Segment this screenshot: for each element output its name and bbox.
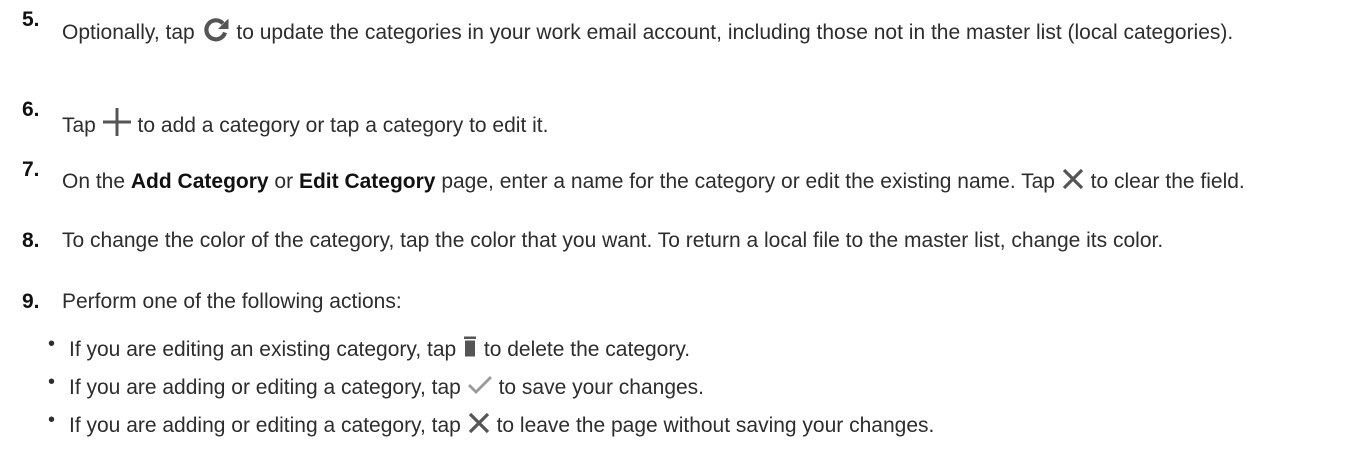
step-number: 8. — [22, 229, 40, 252]
step-5: 5. Optionally, tap to update the categor… — [22, 8, 1352, 48]
close-icon — [1062, 168, 1083, 190]
step-text: To change the color of the category, tap… — [62, 229, 1164, 252]
step-text: Perform one of the following actions: — [62, 290, 402, 313]
step-text: On the Add Category or Edit Category pag… — [62, 167, 1352, 197]
step-number: 6. — [22, 98, 40, 121]
checkmark-icon — [467, 376, 492, 394]
step-6: 6. Tap to add a category or tap a catego… — [22, 98, 1352, 141]
bullet: • — [48, 333, 56, 355]
list-item: • If you are editing an existing categor… — [48, 333, 690, 365]
instruction-document: 5. Optionally, tap to update the categor… — [0, 0, 1363, 470]
step-9: 9. Perform one of the following actions: — [22, 287, 1352, 317]
list-item: • If you are adding or editing a categor… — [48, 409, 934, 441]
step-7: 7. On the Add Category or Edit Category … — [22, 158, 1352, 197]
bullet: • — [48, 409, 56, 431]
close-icon — [468, 412, 489, 434]
step-8: 8. To change the color of the category, … — [22, 226, 1352, 256]
edit-category-label: Edit Category — [298, 170, 436, 193]
bullet: • — [48, 371, 56, 393]
step-number: 5. — [22, 8, 40, 31]
list-item: • If you are adding or editing a categor… — [48, 371, 704, 403]
add-category-label: Add Category — [130, 170, 269, 193]
trash-icon — [464, 336, 477, 357]
plus-icon — [102, 108, 131, 136]
step-text: Optionally, tap to update the categories… — [62, 17, 1352, 48]
step-text: Tap to add a category or tap a category … — [62, 107, 1352, 141]
refresh-icon — [203, 18, 229, 42]
step-number: 9. — [22, 290, 40, 313]
step-number: 7. — [22, 158, 40, 181]
